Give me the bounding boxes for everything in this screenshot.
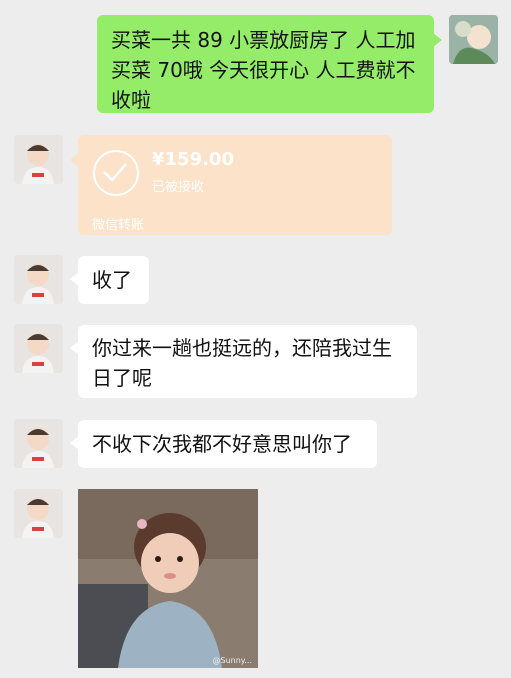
transfer-amount: ¥159.00: [152, 149, 234, 170]
friend-message-bubble[interactable]: 收了: [70, 256, 149, 304]
friend-avatar[interactable]: [14, 419, 63, 468]
my-avatar[interactable]: [449, 15, 498, 64]
transfer-label: 微信转账: [92, 218, 145, 233]
message-text: 不收下次我都不好意思叫你了: [92, 432, 352, 456]
avatar-illustration: [14, 489, 63, 538]
avatar-illustration: [449, 15, 498, 64]
avatar-illustration: [14, 324, 63, 373]
sticker-watermark: @Sunny...: [212, 656, 252, 665]
transfer-card[interactable]: ¥159.00 已被接收 微信转账: [70, 135, 392, 235]
my-message-bubble[interactable]: 买菜一共 89 小票放厨房了 人工加买菜 70哦 今天很开心 人工费就不收啦: [97, 15, 442, 113]
message-text: 你过来一趟也挺远的，还陪我过生日了呢: [92, 336, 392, 390]
transfer-check-icon: [93, 150, 139, 196]
friend-avatar[interactable]: [14, 324, 63, 373]
sticker-image[interactable]: @Sunny...: [78, 489, 258, 668]
friend-message-bubble[interactable]: 不收下次我都不好意思叫你了: [70, 420, 377, 468]
friend-message-bubble[interactable]: 你过来一趟也挺远的，还陪我过生日了呢: [70, 325, 417, 398]
friend-avatar[interactable]: [14, 255, 63, 304]
avatar-illustration: [14, 419, 63, 468]
transfer-status: 已被接收: [152, 180, 205, 195]
sticker-illustration: [78, 489, 258, 668]
avatar-illustration: [14, 135, 63, 184]
avatar-illustration: [14, 255, 63, 304]
friend-avatar[interactable]: [14, 489, 63, 538]
friend-avatar[interactable]: [14, 135, 63, 184]
message-text: 收了: [92, 268, 132, 292]
message-text: 买菜一共 89 小票放厨房了 人工加买菜 70哦 今天很开心 人工费就不收啦: [111, 28, 416, 112]
